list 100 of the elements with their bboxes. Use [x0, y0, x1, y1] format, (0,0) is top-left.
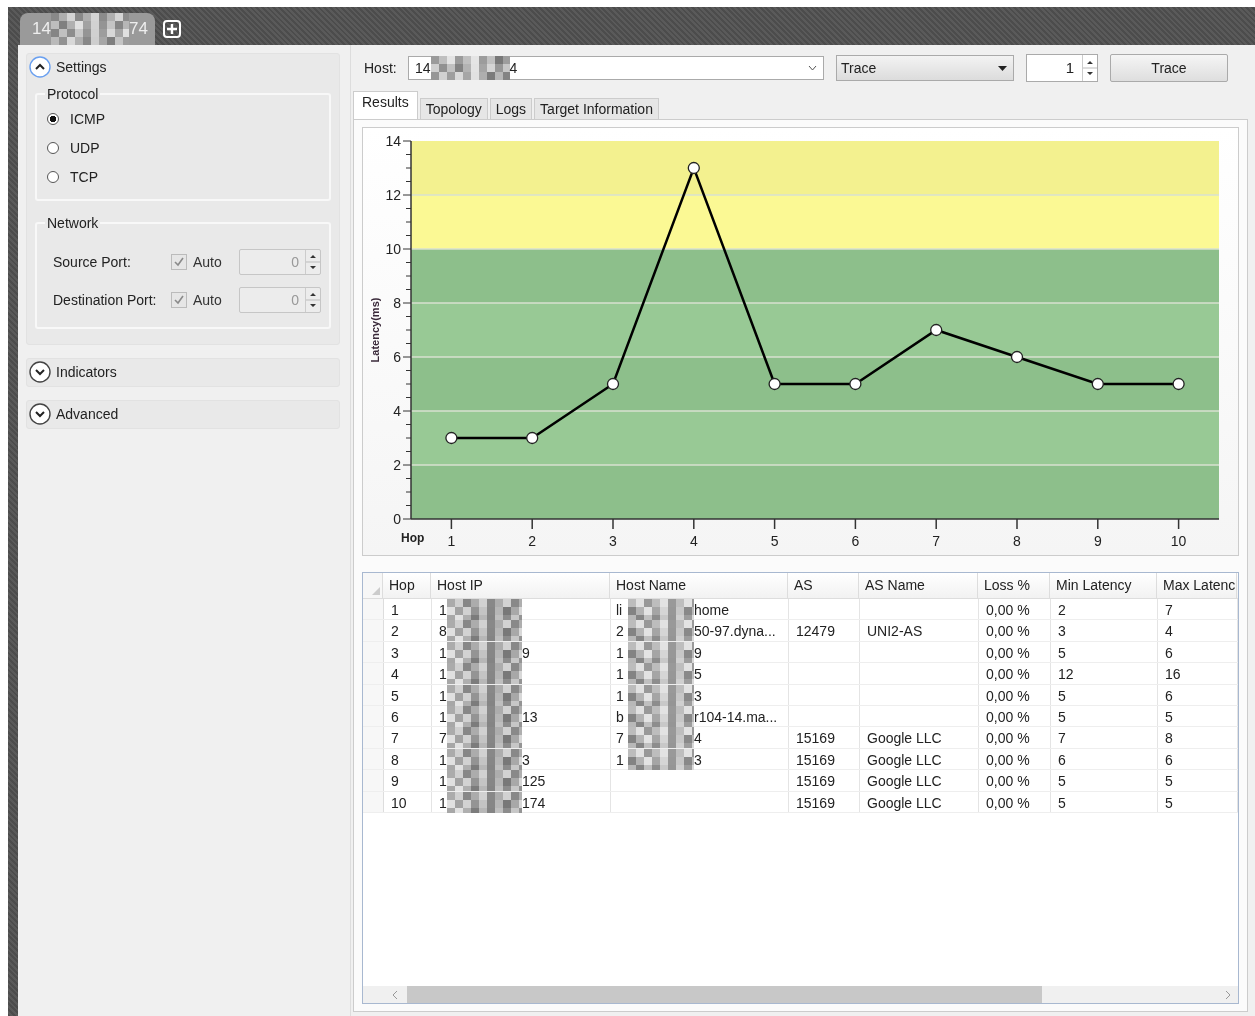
table-cell: 2 [1051, 599, 1158, 620]
table-cell: 0,00 % [979, 748, 1051, 770]
row-header[interactable] [363, 705, 384, 727]
x-tick-label: 1 [447, 533, 456, 549]
x-tick-label: 2 [528, 533, 537, 549]
table-cell: 0,00 % [979, 620, 1051, 641]
field-text: 4 [509, 60, 518, 76]
table-cell: 5 [1051, 641, 1158, 663]
row-header[interactable] [363, 573, 383, 598]
table-cell: 8 [1158, 727, 1238, 748]
group-title: Protocol [46, 86, 100, 102]
column-header[interactable]: Loss % [978, 573, 1050, 598]
table-cell: 5 [1051, 770, 1158, 791]
y-tick-label: 6 [393, 349, 401, 365]
expander-header[interactable]: Indicators [27, 359, 339, 385]
table-cell: 1 [384, 599, 432, 620]
column-header[interactable]: Min Latency [1050, 573, 1157, 598]
row-header[interactable] [363, 791, 384, 812]
x-tick-label: 5 [770, 533, 779, 549]
tab-title: 14 [32, 19, 51, 39]
host-combo-box[interactable]: 14 4 [408, 56, 824, 80]
data-point [606, 377, 620, 391]
column-header[interactable]: Host Name [610, 573, 788, 598]
scroll-right-icon[interactable] [1224, 989, 1232, 1000]
row-header[interactable] [363, 599, 384, 620]
cell-text: 174 [522, 793, 546, 812]
row-header[interactable] [363, 620, 384, 641]
field-label: Source Port: [53, 254, 132, 270]
cell-text: 9 [522, 643, 530, 662]
cell-text: 1 [616, 665, 625, 684]
table-cell: 5 [1158, 770, 1238, 791]
cell-text: home [694, 601, 730, 619]
data-point [526, 431, 539, 445]
column-header[interactable]: Hop [383, 573, 431, 598]
caret-icon [998, 65, 1007, 71]
table-cell: 0,00 % [979, 705, 1051, 727]
table-cell: 0,00 % [979, 770, 1051, 791]
table-cell: 2 [384, 620, 432, 641]
x-tick-label: 9 [1093, 533, 1102, 549]
checkbox[interactable] [171, 292, 187, 308]
x-axis-title: Hop [401, 531, 425, 545]
table-cell: 15169 [789, 791, 860, 812]
host-label: Host: [364, 60, 398, 76]
x-tick-label: 8 [1013, 533, 1021, 549]
y-tick-label: 8 [393, 295, 401, 311]
expand-icon [29, 361, 51, 383]
mode-dropdown[interactable]: Trace [836, 55, 1014, 81]
tab[interactable]: Topology [419, 98, 488, 119]
radio-button[interactable] [47, 112, 59, 125]
add-tab-icon[interactable] [163, 20, 181, 38]
x-tick-label: 10 [1170, 533, 1187, 549]
table-cell: 7 [384, 727, 432, 748]
column-header[interactable]: Max Latenc [1157, 573, 1237, 598]
field-label: Destination Port: [53, 292, 158, 308]
column-header[interactable]: AS Name [859, 573, 978, 598]
radio-label[interactable]: ICMP [70, 110, 105, 127]
radio-label[interactable]: UDP [70, 139, 100, 156]
table-cell: 6 [1158, 641, 1238, 663]
horizontal-scrollbar[interactable] [363, 986, 1238, 1003]
table-cell: 10 [384, 791, 432, 812]
radio-label[interactable]: TCP [70, 168, 98, 185]
row-header[interactable] [363, 684, 384, 705]
expander-header[interactable]: Advanced [27, 401, 339, 427]
table-cell: 12 [1051, 663, 1158, 684]
column-header[interactable]: AS [788, 573, 859, 598]
tab[interactable]: Results [353, 91, 418, 119]
table-cell: 5 [1051, 684, 1158, 705]
count-field[interactable]: 1 [1026, 54, 1098, 82]
table-cell: 0,00 % [979, 791, 1051, 812]
expander-header[interactable]: Settings [27, 54, 339, 80]
cell-text: 1 [439, 793, 447, 812]
cell-text: 1 [439, 686, 447, 705]
table-cell: 6 [1158, 748, 1238, 770]
y-axis-title: Latency(ms) [369, 297, 381, 363]
checkbox[interactable] [171, 254, 187, 270]
column-header[interactable]: Host IP [431, 573, 610, 598]
table-cell: 15169 [789, 727, 860, 748]
scroll-left-icon[interactable] [391, 989, 399, 1000]
field-text: 14 [415, 60, 431, 76]
scrollbar-thumb[interactable] [407, 986, 1042, 1003]
data-point [1172, 377, 1185, 391]
tab[interactable]: Logs [489, 98, 533, 119]
row-header[interactable] [363, 641, 384, 663]
x-tick-label: 7 [932, 533, 941, 549]
row-header[interactable] [363, 727, 384, 748]
trace-button[interactable]: Trace [1110, 54, 1228, 82]
row-header[interactable] [363, 748, 384, 770]
row-header[interactable] [363, 770, 384, 791]
cell-text: 2 [616, 622, 625, 641]
radio-button[interactable] [47, 141, 59, 154]
table-cell: 4 [1158, 620, 1238, 641]
row-header[interactable] [363, 663, 384, 684]
data-point [1091, 377, 1104, 391]
cell-text: 4 [694, 729, 702, 748]
select-all-icon[interactable] [372, 587, 380, 595]
cell-text: 7 [439, 729, 447, 748]
radio-button[interactable] [47, 170, 59, 183]
table-cell: Google LLC [860, 791, 979, 812]
tab[interactable]: Target Information [534, 98, 659, 119]
table-cell: Google LLC [860, 770, 979, 791]
